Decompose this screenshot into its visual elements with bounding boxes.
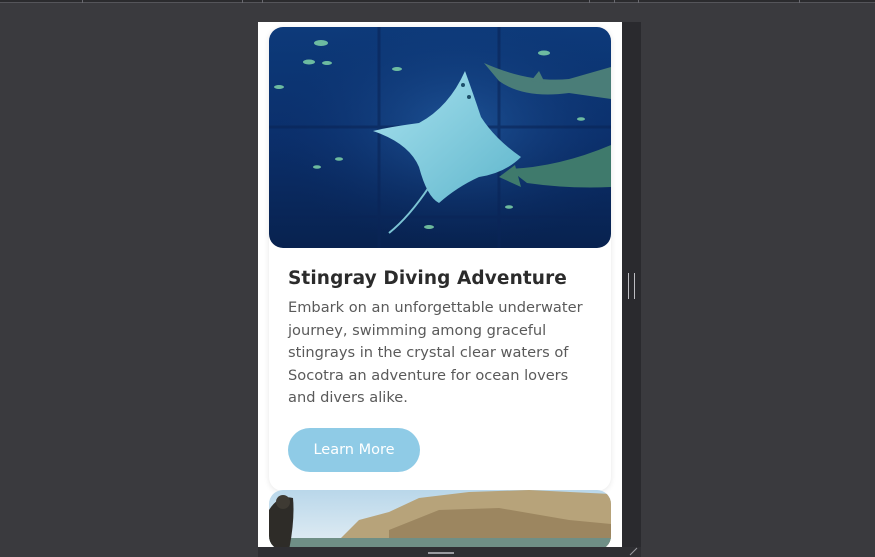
editor-tab-strip	[0, 0, 875, 3]
tab-divider	[262, 0, 263, 3]
tour-card: Stingray Diving Adventure Embark on an u…	[269, 27, 611, 491]
coastal-cliffs-photo	[269, 490, 611, 547]
device-preview-frame: Stingray Diving Adventure Embark on an u…	[258, 22, 641, 557]
tab-divider	[242, 0, 243, 3]
tab-divider	[614, 0, 615, 3]
card-body: Stingray Diving Adventure Embark on an u…	[288, 267, 598, 410]
learn-more-button[interactable]: Learn More	[288, 428, 420, 472]
tab-divider	[589, 0, 590, 3]
tab-divider	[799, 0, 800, 3]
card-description: Embark on an unforgettable underwater jo…	[288, 299, 583, 406]
page-viewport[interactable]: Stingray Diving Adventure Embark on an u…	[258, 22, 622, 547]
card-title: Stingray Diving Adventure	[288, 268, 567, 289]
tab-divider	[638, 0, 639, 3]
scrollbar-thumb[interactable]	[628, 273, 635, 299]
resize-handle-icon[interactable]	[628, 546, 638, 556]
stingray-photo	[269, 27, 611, 248]
next-tour-card[interactable]	[269, 490, 611, 547]
tab-divider	[82, 0, 83, 3]
card-image	[269, 27, 611, 248]
home-indicator	[428, 552, 454, 554]
